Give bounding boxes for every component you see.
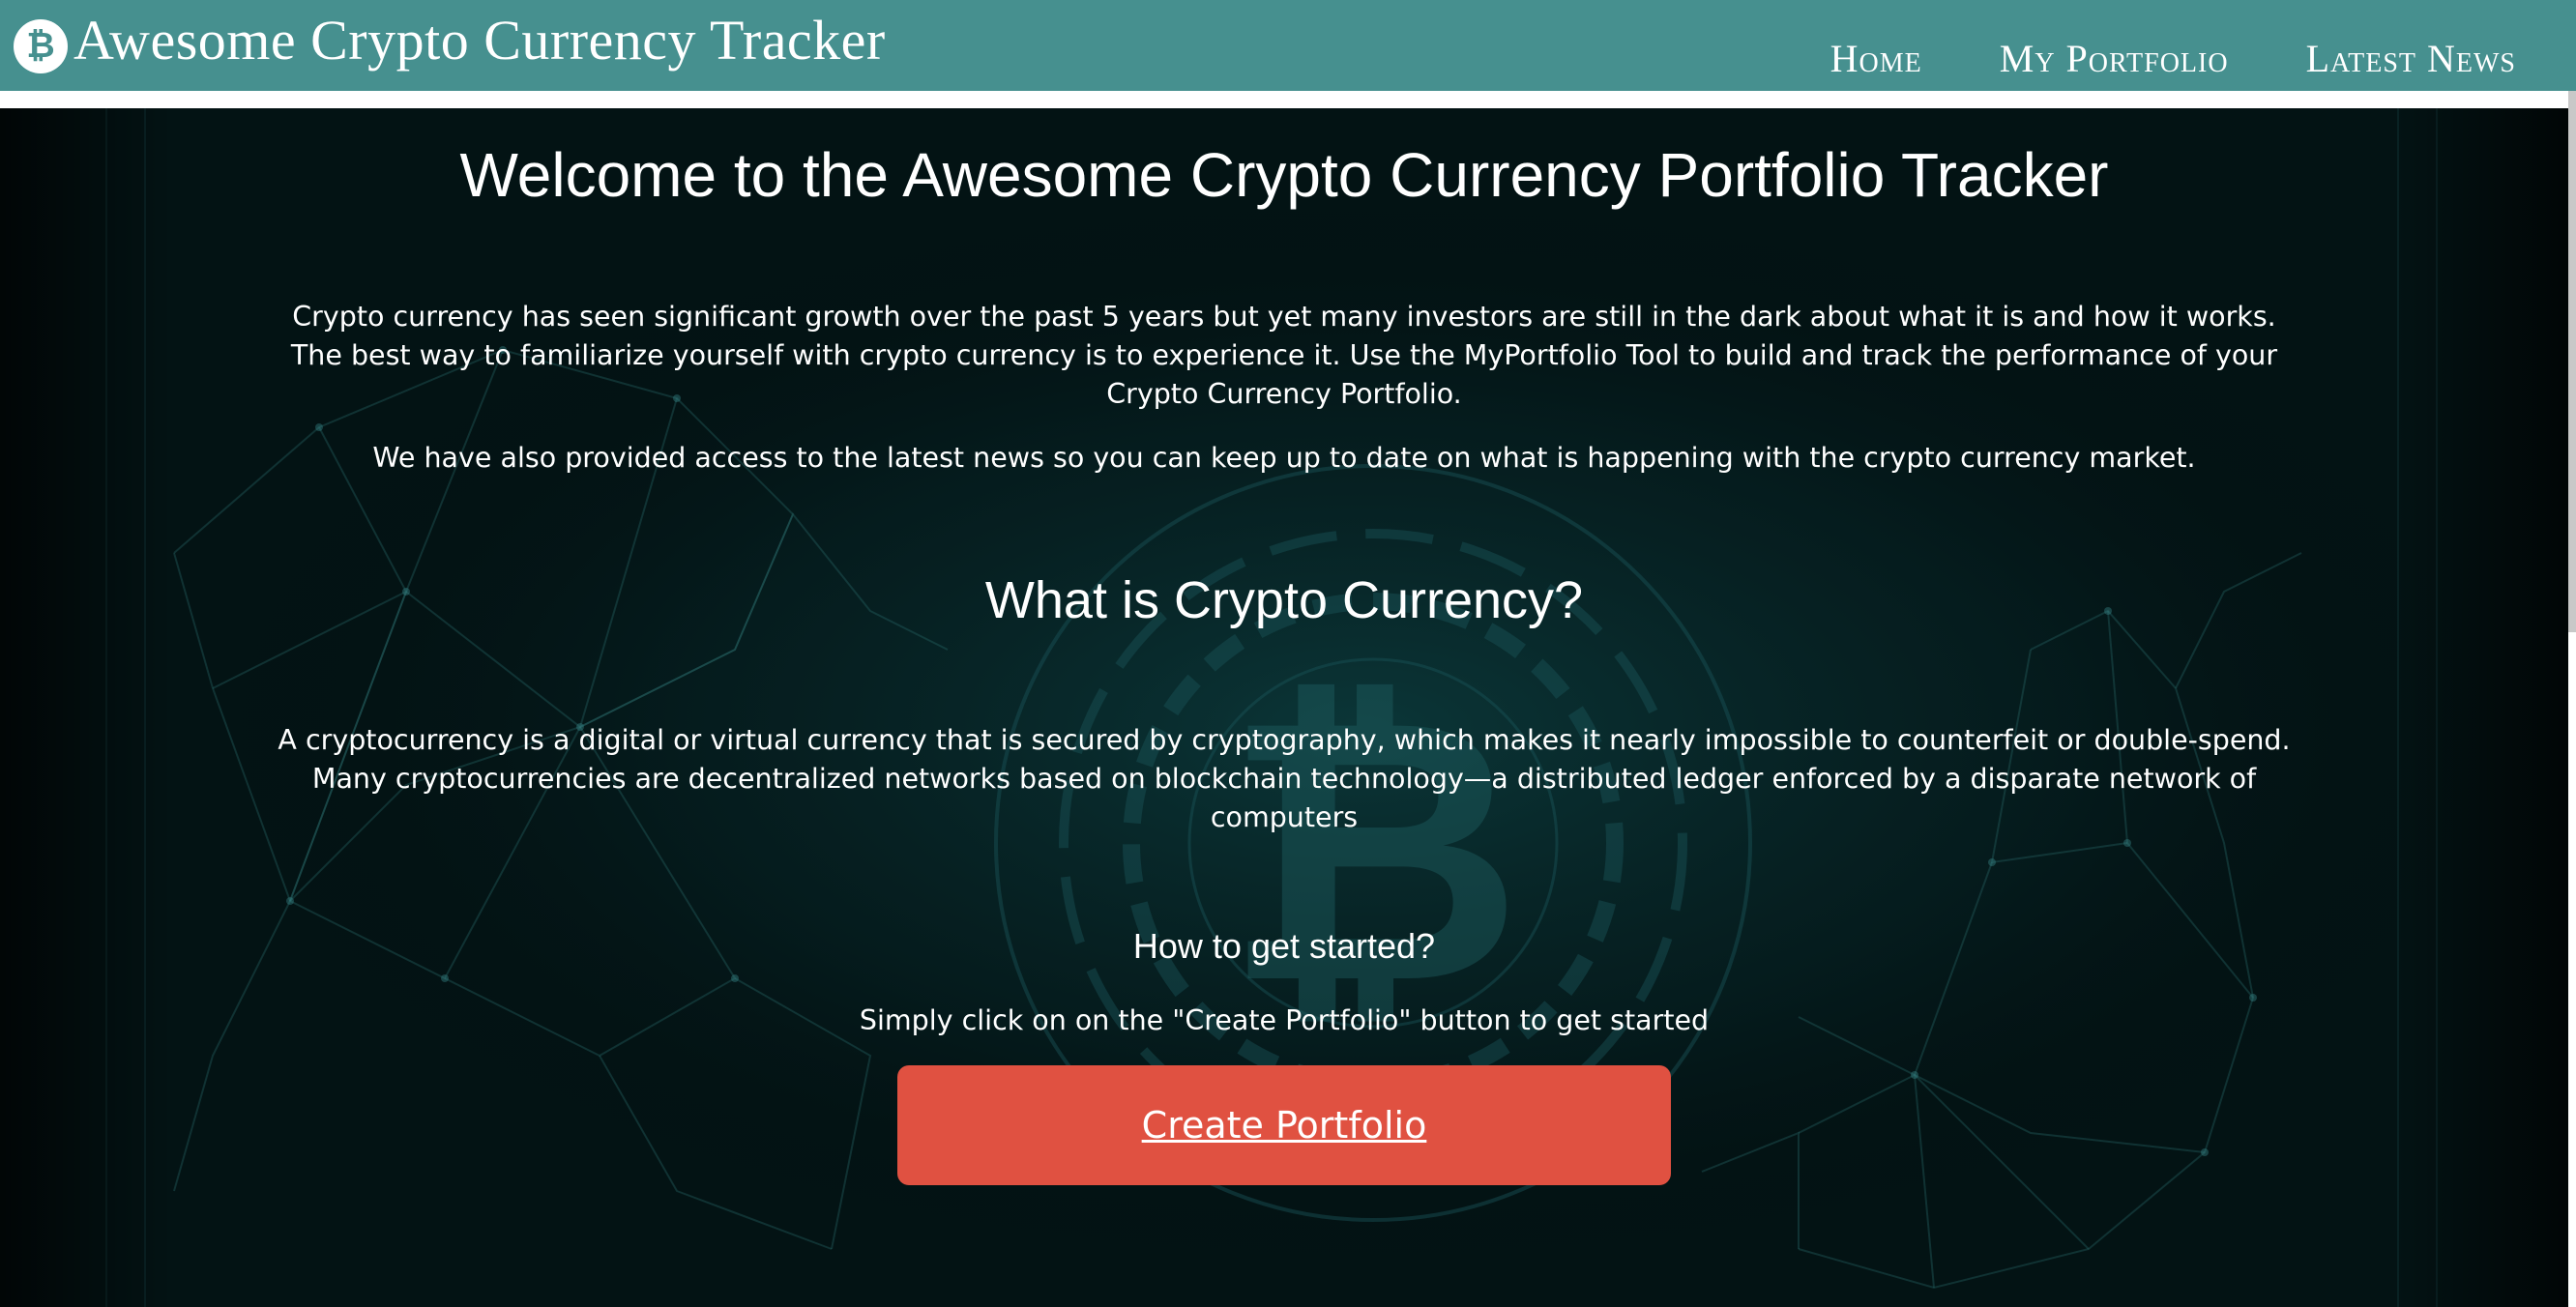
main-content: Welcome to the Awesome Crypto Currency P… (0, 108, 2568, 1307)
page-title: Welcome to the Awesome Crypto Currency P… (459, 140, 2109, 210)
scrollbar-thumb[interactable] (2568, 91, 2576, 632)
header-divider (0, 91, 2576, 108)
top-navbar: ₿ Awesome Crypto Currency Tracker Home M… (0, 0, 2576, 91)
intro-paragraph: Crypto currency has seen significant gro… (290, 301, 2278, 410)
bitcoin-icon: ₿ (14, 19, 68, 73)
page: ₿ Awesome Crypto Currency Tracker Home M… (0, 0, 2576, 1307)
nav-home-link[interactable]: Home (1830, 35, 1922, 83)
create-portfolio-button[interactable]: Create Portfolio (897, 1065, 1671, 1185)
definition-paragraph: A cryptocurrency is a digital or virtual… (278, 724, 2291, 833)
brand[interactable]: ₿ Awesome Crypto Currency Tracker (14, 8, 886, 85)
get-started-text: Simply click on on the "Create Portfolio… (859, 1004, 1710, 1036)
nav-links: Home My Portfolio Latest News (1830, 35, 2516, 83)
get-started-heading: How to get started? (1132, 926, 1436, 966)
create-portfolio-link[interactable]: Create Portfolio (1142, 1104, 1427, 1147)
section-title-what-is-crypto: What is Crypto Currency? (984, 571, 1584, 629)
news-paragraph: We have also provided access to the late… (372, 442, 2196, 474)
nav-latest-news-link[interactable]: Latest News (2306, 35, 2516, 83)
nav-my-portfolio-link[interactable]: My Portfolio (2000, 35, 2229, 83)
site-title: Awesome Crypto Currency Tracker (73, 9, 886, 72)
bitcoin-glyph: ₿ (26, 26, 55, 66)
